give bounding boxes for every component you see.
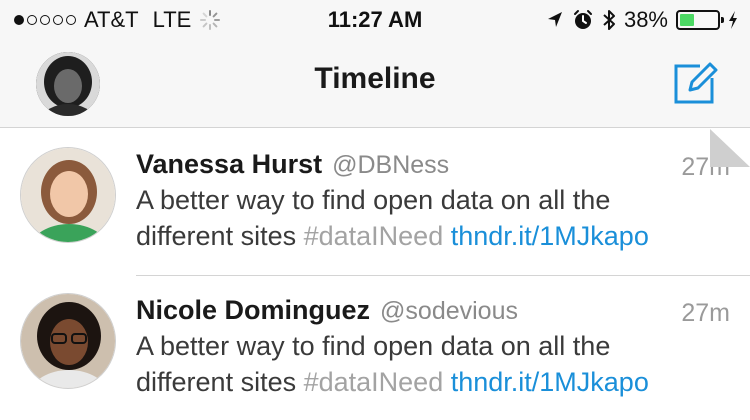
compose-button[interactable] [670, 60, 718, 108]
charging-bolt-icon [729, 11, 737, 29]
tweet-text-line: different sites #dataINeed thndr.it/1MJk… [136, 218, 732, 254]
page-corner-fold-icon [710, 129, 750, 167]
battery-percent-label: 38% [623, 7, 668, 32]
battery-icon [676, 10, 724, 30]
author-handle: @sodevious [380, 297, 518, 325]
tweet-body: Vanessa Hurst @DBNess 27m A better way t… [136, 149, 732, 254]
author-name[interactable]: Vanessa Hurst [136, 149, 322, 180]
location-arrow-icon [547, 12, 562, 27]
tweet-text-line: A better way to find open data on all th… [136, 331, 611, 361]
author-handle: @DBNess [332, 151, 450, 179]
tweet-text-plain: different sites [136, 367, 304, 397]
tweet-link[interactable]: thndr.it/1MJkapo [451, 221, 649, 251]
bluetooth-icon [603, 10, 615, 30]
status-bar-right: 38% [546, 6, 738, 34]
author-name[interactable]: Nicole Dominguez [136, 295, 370, 326]
timeline-list: Vanessa Hurst @DBNess 27m A better way t… [0, 129, 750, 420]
hashtag[interactable]: #dataINeed [304, 367, 444, 397]
navigation-bar: Timeline [0, 40, 750, 128]
tweet-text-plain: different sites [136, 221, 304, 251]
tweet-text: A better way to find open data on all th… [136, 328, 732, 400]
page-title: Timeline [314, 62, 436, 95]
avatar[interactable] [20, 293, 116, 389]
tweet-text-line: different sites #dataINeed thndr.it/1MJk… [136, 364, 732, 400]
battery-level-fill [680, 14, 694, 26]
tweet-body: Nicole Dominguez @sodevious 27m A better… [136, 295, 732, 400]
tweet-header: Nicole Dominguez @sodevious [136, 295, 732, 326]
alarm-clock-icon [573, 10, 592, 29]
tweet-text-line: A better way to find open data on all th… [136, 185, 611, 215]
tweet-header: Vanessa Hurst @DBNess [136, 149, 732, 180]
tweet-text: A better way to find open data on all th… [136, 182, 732, 254]
tweet-link[interactable]: thndr.it/1MJkapo [451, 367, 649, 397]
compose-icon [674, 62, 718, 104]
hashtag[interactable]: #dataINeed [304, 221, 444, 251]
avatar[interactable] [20, 147, 116, 243]
tweet-item[interactable]: Vanessa Hurst @DBNess 27m A better way t… [0, 129, 750, 275]
status-bar: AT&T LTE 11:27 AM 38% [0, 0, 750, 40]
tweet-timestamp: 27m [681, 299, 730, 327]
tweet-item[interactable]: Nicole Dominguez @sodevious 27m A better… [0, 275, 750, 420]
